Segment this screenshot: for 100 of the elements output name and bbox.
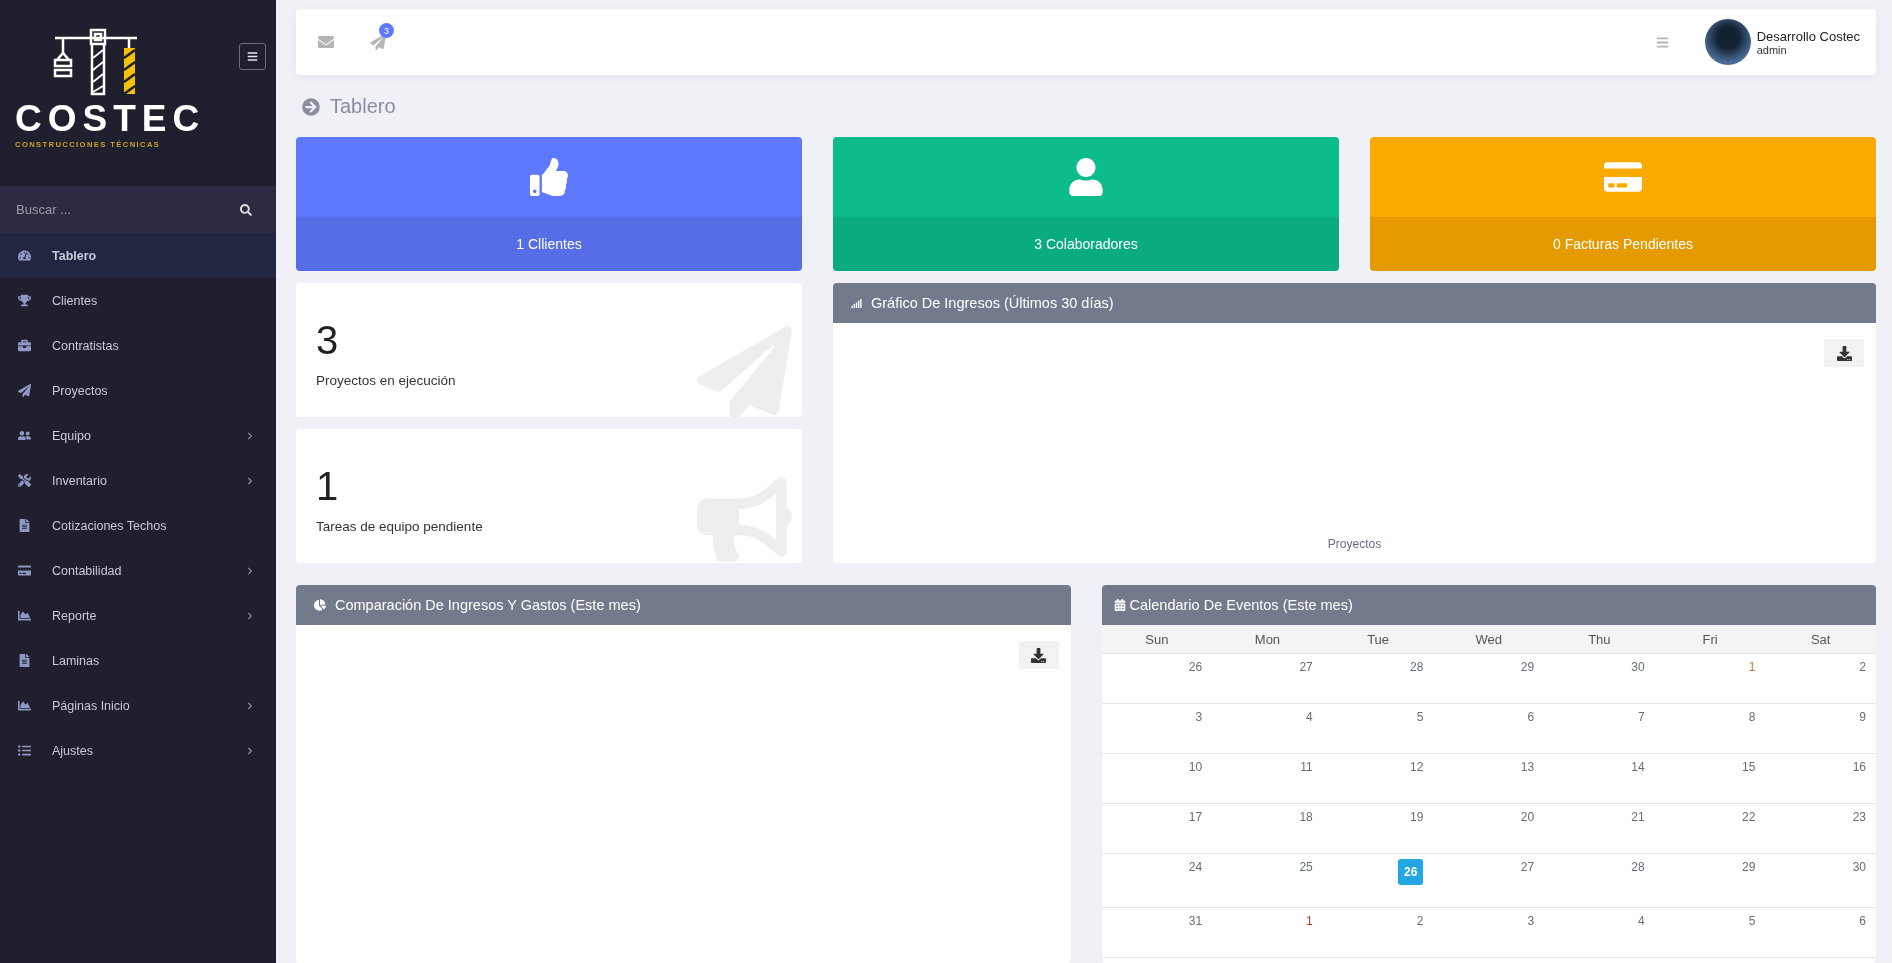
calendar-day[interactable]: 27 [1299,660,1313,674]
sidebar-item[interactable]: Laminas [0,638,276,683]
calendar-day[interactable]: 31 [1188,914,1203,928]
users-icon [18,429,31,442]
calendar-day[interactable]: 14 [1631,760,1645,774]
axis-label: Proyectos [1327,537,1382,551]
calendar-day[interactable]: 7 [1638,710,1645,724]
calendar-day[interactable]: 1 [1748,660,1756,674]
calendar-day[interactable]: 30 [1852,860,1866,874]
calendar-day[interactable]: 29 [1520,660,1535,674]
credit-card-icon [18,564,31,577]
calendar-day[interactable]: 12 [1410,760,1424,774]
calendar-day[interactable]: 17 [1188,810,1203,824]
stat-label: 3 Colaboradores [833,217,1339,271]
calendar-day[interactable]: 4 [1306,710,1313,724]
calendar-day[interactable]: 19 [1410,810,1424,824]
calendar-day[interactable]: 28 [1631,860,1645,874]
counter-label: Tareas de equipo pendiente [316,519,484,534]
calendar-day[interactable]: 15 [1742,760,1756,774]
notifications-button[interactable] [370,34,386,50]
sidebar-item[interactable]: Equipo [0,413,276,458]
panel-title: Gráfico De Ingresos (Últimos 30 días) [871,295,1114,311]
calendar-day[interactable]: 18 [1299,810,1313,824]
sidebar-item[interactable]: Ajustes [0,728,276,773]
calendar-day[interactable]: 21 [1631,810,1645,824]
bar-chart-icon [851,297,862,309]
calendar-day[interactable]: 25 [1299,860,1313,874]
stat-label: 0 Facturas Pendientes [1370,217,1876,271]
envelope-icon [318,34,334,50]
sidebar-item[interactable]: Contabilidad [0,548,276,593]
calendar-day[interactable]: 20 [1520,810,1535,824]
calendar-day[interactable]: 29 [1742,860,1756,874]
sidebar-item[interactable]: Clientes [0,278,276,323]
counter-value: 3 [316,318,340,363]
calendar-day[interactable]: 27 [1520,860,1535,874]
logo-name: COSTEC [15,100,206,138]
sidebar-item[interactable]: Inventario [0,458,276,503]
sidebar-item[interactable]: Cotizaciones Techos [0,503,276,548]
calendar-day[interactable]: 13 [1520,760,1535,774]
pie-chart-icon [314,599,326,611]
menu-toggle-button[interactable] [239,43,266,70]
avatar-placeholder [1704,19,1751,65]
calendar-day[interactable]: 2 [1416,914,1424,928]
counter-value: 1 [316,464,340,509]
calendar-day[interactable]: 5 [1416,710,1424,724]
thumbs-up-icon [530,158,568,196]
stat-label: 1 Cllientes [296,217,802,271]
calendar-day[interactable]: 28 [1410,660,1424,674]
document-icon [18,519,31,532]
sidebar-item[interactable]: Tablero [0,233,276,278]
tools-icon [18,474,31,487]
calendar-day[interactable]: 6 [1527,710,1535,724]
download-icon [1031,647,1046,663]
area-chart-icon [18,609,31,622]
calendar-day[interactable]: 2 [1859,660,1866,674]
sidebar-item[interactable]: Páginas Inicio [0,683,276,728]
calendar-icon [1113,599,1126,611]
weekday-header: Wed [1433,625,1545,654]
calendar-day[interactable]: 10 [1188,760,1203,774]
menu-icon [247,51,258,62]
user-icon [1067,158,1105,196]
weekday-header: Sun [1101,625,1213,654]
download-icon [1836,345,1852,361]
page-title: Tablero [330,95,396,118]
weekday-header: Fri [1654,625,1766,654]
user-name: Desarrollo Costec [1756,28,1860,44]
sidebar-item[interactable]: Proyectos [0,368,276,413]
weekday-header: Sat [1765,625,1876,654]
download-button[interactable] [1018,641,1059,669]
area-chart-icon [18,699,31,712]
calendar-day[interactable]: 24 [1188,860,1203,874]
weekday-header: Thu [1544,625,1655,654]
panel-title: Comparación De Ingresos Y Gastos (Este mes) [335,597,641,613]
trophy-icon [18,294,31,307]
calendar-day[interactable]: 23 [1852,810,1866,824]
user-role: admin [1756,43,1788,56]
calendar-day[interactable]: 22 [1742,810,1756,824]
document-icon [18,654,31,667]
calendar-day[interactable]: 3 [1195,710,1203,724]
paper-plane-icon [370,34,386,50]
calendar-day[interactable]: 4 [1638,914,1645,928]
gauge-icon [18,249,31,262]
calendar-day[interactable]: 16 [1852,760,1866,774]
sidebar-item[interactable]: Contratistas [0,323,276,368]
search-field[interactable]: Buscar ... [0,186,276,233]
weekday-header: Tue [1322,625,1434,654]
calendar-day[interactable]: 26 [1188,660,1203,674]
calendar-day[interactable]: 30 [1631,660,1645,674]
calendar-day[interactable]: 1 [1306,914,1313,928]
panel-title: Calendario De Eventos (Este mes) [1129,597,1353,613]
calendar-day[interactable]: 3 [1527,914,1535,928]
calendar-day[interactable]: 11 [1300,760,1313,774]
notification-badge: 3 [379,23,394,38]
sidebar-item[interactable]: Reporte [0,593,276,638]
weekday-header: Mon [1212,625,1323,654]
calendar-day[interactable]: 9 [1859,710,1866,724]
download-button[interactable] [1824,339,1864,367]
calendar-day[interactable]: 5 [1748,914,1756,928]
calendar-day[interactable]: 8 [1748,710,1756,724]
calendar-day[interactable]: 6 [1859,914,1866,928]
